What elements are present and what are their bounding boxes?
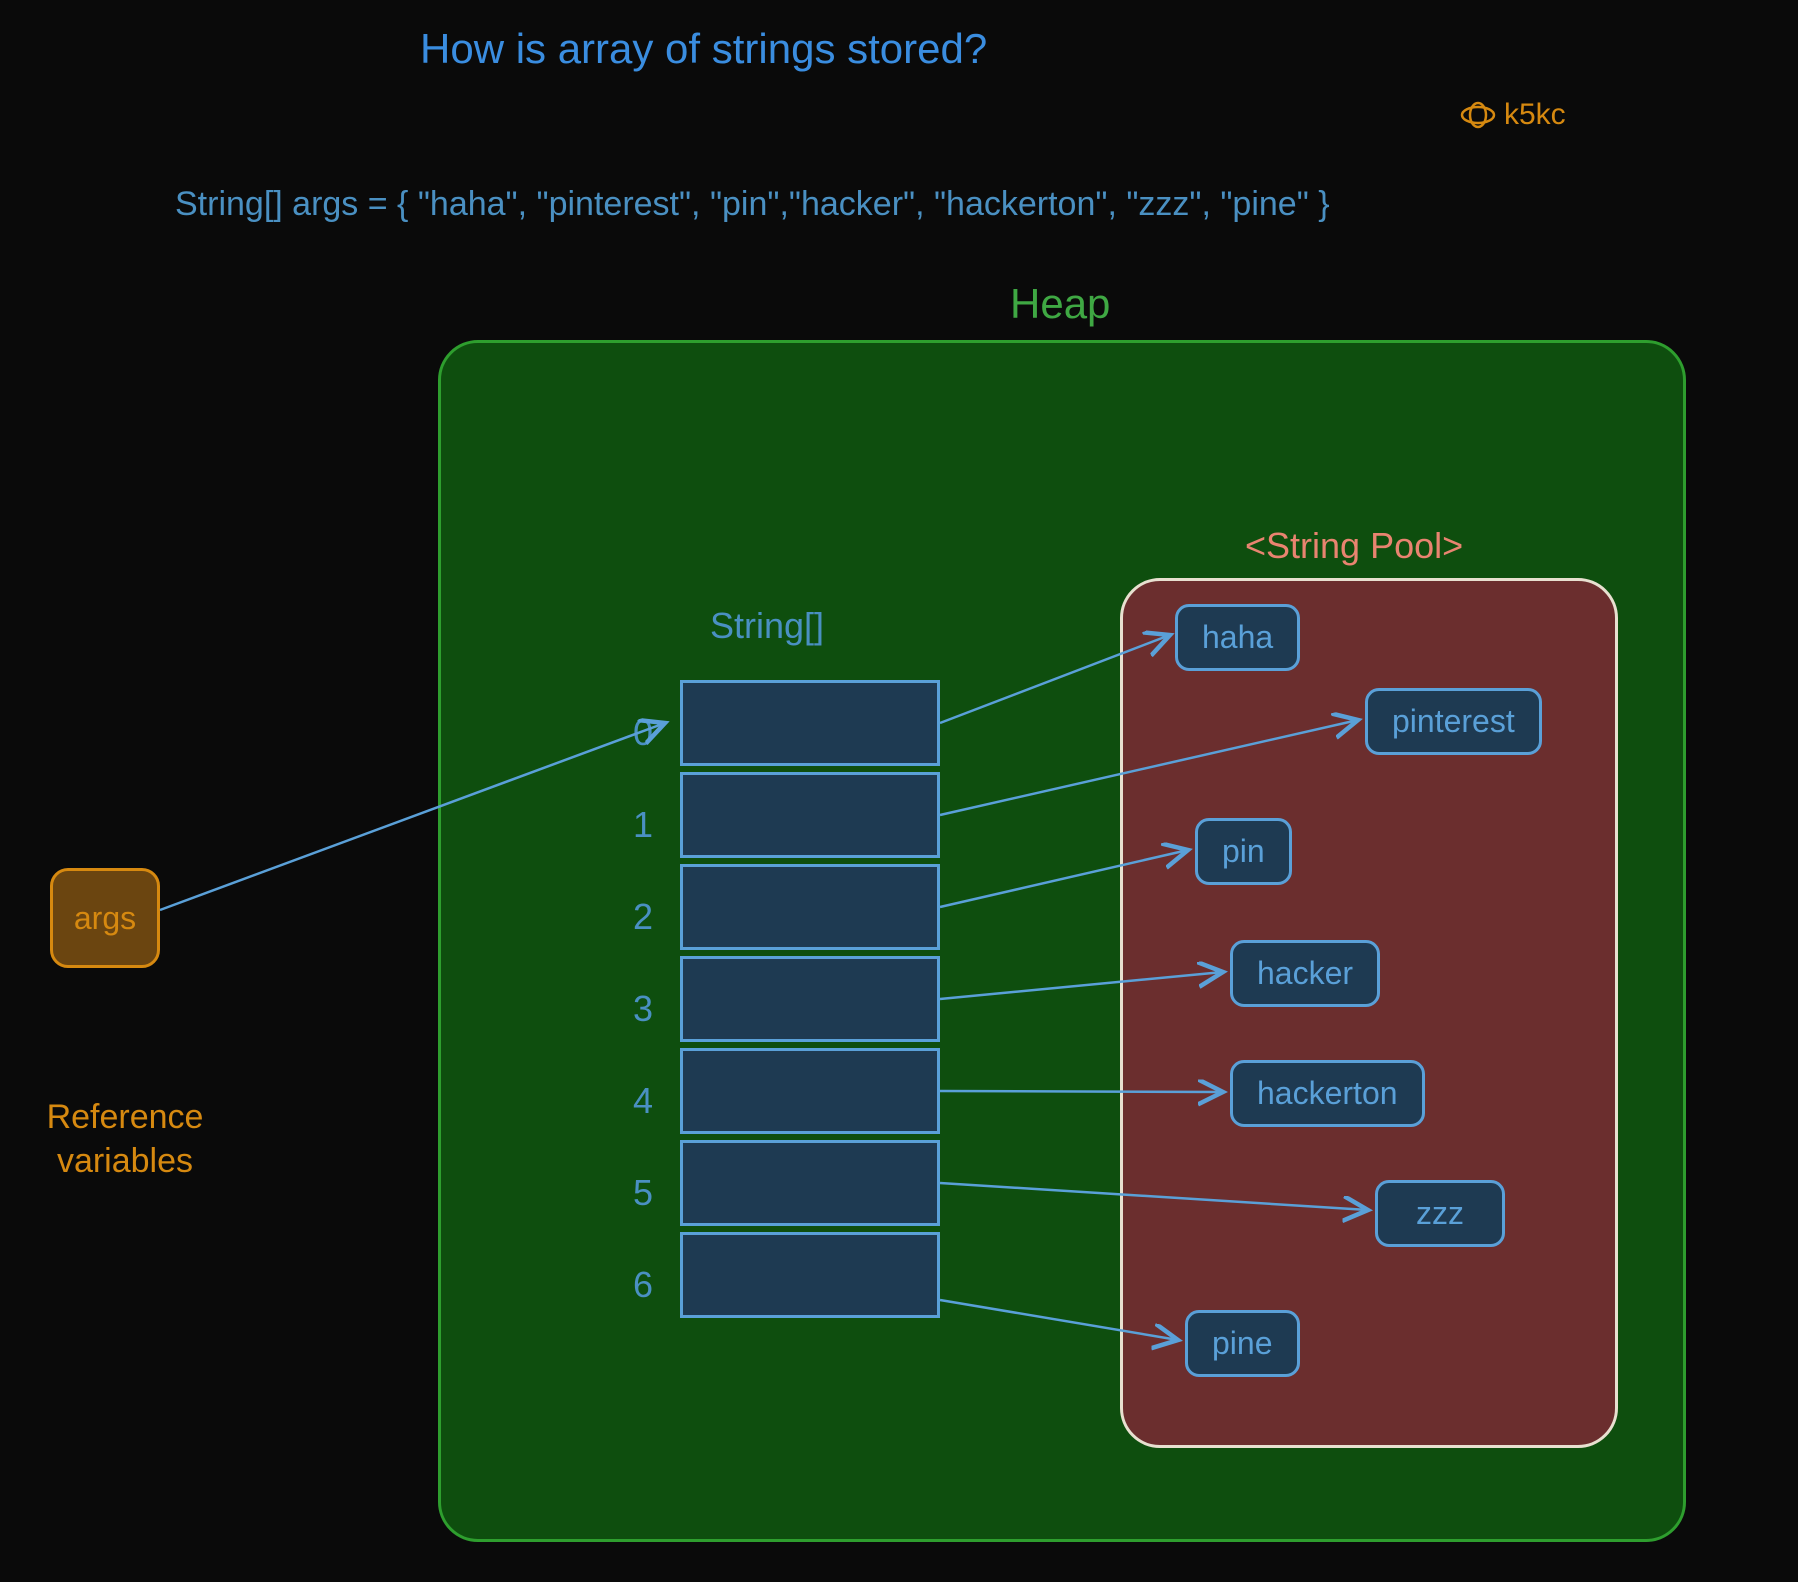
array-cell-2 xyxy=(680,864,940,950)
array-cell-5 xyxy=(680,1140,940,1226)
reference-variables-label: Reference variables xyxy=(30,1095,220,1183)
array-index-5: 5 xyxy=(613,1172,653,1214)
array-type-label: String[] xyxy=(710,605,824,647)
array-index-3: 3 xyxy=(613,988,653,1030)
watermark-text: k5kc xyxy=(1504,98,1566,132)
array-cell-0 xyxy=(680,680,940,766)
array-index-2: 2 xyxy=(613,896,653,938)
heap-label: Heap xyxy=(1010,280,1110,328)
array-index-0: 0 xyxy=(613,712,653,754)
pool-item-pin: pin xyxy=(1195,818,1292,885)
array-index-1: 1 xyxy=(613,804,653,846)
array-cell-4 xyxy=(680,1048,940,1134)
pool-item-haha: haha xyxy=(1175,604,1300,671)
array-index-4: 4 xyxy=(613,1080,653,1122)
array-cells xyxy=(680,680,940,1324)
string-pool-label: <String Pool> xyxy=(1245,525,1463,567)
array-cell-1 xyxy=(680,772,940,858)
watermark-icon xyxy=(1460,101,1496,129)
array-cell-6 xyxy=(680,1232,940,1318)
array-index-6: 6 xyxy=(613,1264,653,1306)
code-declaration: String[] args = { "haha", "pinterest", "… xyxy=(175,185,1330,224)
diagram-title: How is array of strings stored? xyxy=(420,25,987,73)
pool-item-pinterest: pinterest xyxy=(1365,688,1542,755)
array-cell-3 xyxy=(680,956,940,1042)
watermark: k5kc xyxy=(1460,98,1566,132)
pool-item-hacker: hacker xyxy=(1230,940,1380,1007)
args-variable: args xyxy=(50,868,160,968)
pool-item-zzz: zzz xyxy=(1375,1180,1505,1247)
pool-item-pine: pine xyxy=(1185,1310,1300,1377)
pool-item-hackerton: hackerton xyxy=(1230,1060,1425,1127)
